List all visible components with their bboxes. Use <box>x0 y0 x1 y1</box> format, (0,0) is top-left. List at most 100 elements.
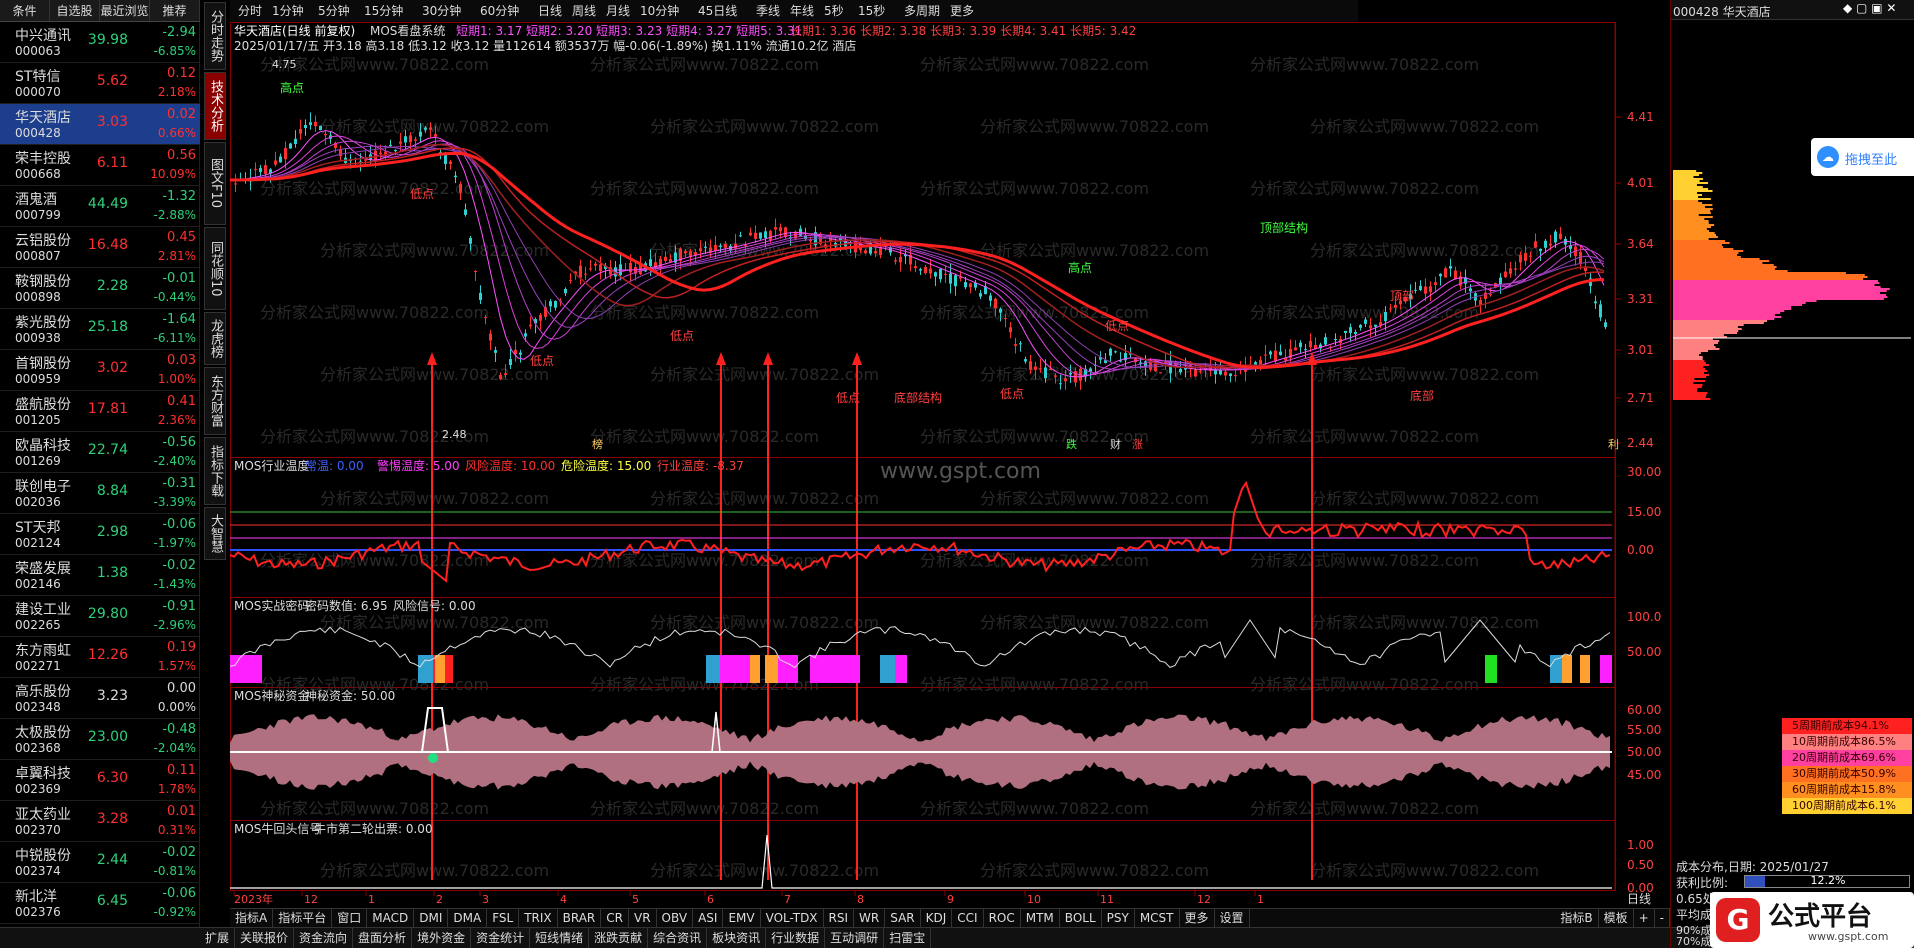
indicator-tab-17[interactable]: SAR <box>885 909 921 927</box>
period-tab-8[interactable]: 月线 <box>606 4 630 18</box>
period-tab-16[interactable]: 更多 <box>950 4 974 18</box>
bottom-tab-8[interactable]: 综合资讯 <box>648 928 708 948</box>
bottom-tab-12[interactable]: 扫雷宝 <box>884 928 932 948</box>
indicator-tab-24[interactable]: MCST <box>1135 909 1180 927</box>
indicator-right-1[interactable]: 模板 <box>1599 909 1634 927</box>
bottom-tab-4[interactable]: 境外资金 <box>412 928 472 948</box>
period-tab-13[interactable]: 5秒 <box>824 4 844 18</box>
vtab-6[interactable]: 指标下载 <box>204 437 226 505</box>
stock-row[interactable]: 中兴通讯 000063 39.98 -2.94 -6.85% <box>0 22 200 63</box>
period-tab-15[interactable]: 多周期 <box>904 4 940 18</box>
bottom-tab-7[interactable]: 涨跌贡献 <box>589 928 649 948</box>
period-tab-1[interactable]: 1分钟 <box>272 3 304 18</box>
vtab-4[interactable]: 龙虎榜 <box>204 312 226 365</box>
indicator-right-0[interactable]: 指标B <box>1555 909 1599 927</box>
stock-row[interactable]: ST天邦 002124 2.98 -0.06 -1.97% <box>0 514 200 555</box>
stock-row[interactable]: 卓翼科技 002369 6.30 0.11 1.78% <box>0 760 200 801</box>
bottom-tab-6[interactable]: 短线情绪 <box>530 928 590 948</box>
indicator-tab-19[interactable]: CCI <box>952 909 984 927</box>
period-tab-5[interactable]: 60分钟 <box>480 3 519 18</box>
vtab-5[interactable]: 东方财富 <box>204 367 226 435</box>
stock-row[interactable]: 鞍钢股份 000898 2.28 -0.01 -0.44% <box>0 268 200 309</box>
indicator-tab-20[interactable]: ROC <box>984 909 1021 927</box>
stock-row[interactable]: 太极股份 002368 23.00 -0.48 -2.04% <box>0 719 200 760</box>
stock-code: 002370 <box>15 823 61 837</box>
indicator-tab-14[interactable]: VOL-TDX <box>761 909 824 927</box>
period-tab-7[interactable]: 周线 <box>572 4 596 18</box>
vtab-2[interactable]: 图文F10 <box>204 142 226 225</box>
period-tab-0[interactable]: 分时 <box>238 4 262 18</box>
indicator-tab-4[interactable]: DMI <box>414 909 449 927</box>
indicator-tab-8[interactable]: BRAR <box>558 909 602 927</box>
period-tab-14[interactable]: 15秒 <box>858 4 885 18</box>
stock-row[interactable]: 高乐股份 002348 3.23 0.00 0.00% <box>0 678 200 719</box>
indicator-tab-15[interactable]: RSI <box>824 909 855 927</box>
bottom-tab-9[interactable]: 板块资讯 <box>707 928 767 948</box>
stock-name: 荣盛发展 <box>15 561 71 577</box>
stock-row[interactable]: 云铝股份 000807 16.48 0.45 2.81% <box>0 227 200 268</box>
period-tab-9[interactable]: 10分钟 <box>640 3 679 18</box>
vtab-0[interactable]: 分时走势 <box>204 2 226 70</box>
indicator-tab-5[interactable]: DMA <box>448 909 488 927</box>
period-tab-3[interactable]: 15分钟 <box>364 3 403 18</box>
indicator-tab-23[interactable]: PSY <box>1102 909 1135 927</box>
stock-row[interactable]: 建设工业 002265 29.80 -0.91 -2.96% <box>0 596 200 637</box>
stock-change: -0.01 <box>162 271 196 286</box>
vtab-3[interactable]: 同花顺10 <box>204 227 226 310</box>
stock-row[interactable]: 东方雨虹 002271 12.26 0.19 1.57% <box>0 637 200 678</box>
vtab-1[interactable]: 技术分析 <box>204 72 226 140</box>
stock-row[interactable]: 荣丰控股 000668 6.11 0.56 10.09% <box>0 145 200 186</box>
indicator-right-2[interactable]: + <box>1634 909 1655 927</box>
indicator-tab-10[interactable]: VR <box>629 909 657 927</box>
indicator-tab-16[interactable]: WR <box>854 909 886 927</box>
kline-chart[interactable]: 分时 1分钟 5分钟 15分钟 30分钟 60分钟 日线 周线 月线 10分钟 45日线 季线 年线 5秒… <box>230 0 1670 910</box>
vtab-7[interactable]: 大智慧 <box>204 507 226 560</box>
period-tab-10[interactable]: 45日线 <box>698 4 737 18</box>
indicator-tab-12[interactable]: ASI <box>693 909 724 927</box>
tab-recommend[interactable]: 推荐 <box>150 0 200 21</box>
indicator-tab-3[interactable]: MACD <box>367 909 415 927</box>
indicator-tab-0[interactable]: 指标A <box>230 909 274 927</box>
bottom-tab-3[interactable]: 盘面分析 <box>353 928 413 948</box>
indicator-tab-1[interactable]: 指标平台 <box>273 909 333 927</box>
bottom-tab-0[interactable]: 扩展 <box>200 928 236 948</box>
indicator-tab-26[interactable]: 设置 <box>1215 909 1250 927</box>
stock-row[interactable]: 华天酒店 000428 3.03 0.02 0.66% <box>0 104 200 145</box>
tab-recent[interactable]: 最近浏览 <box>100 0 150 21</box>
window-icons[interactable]: ◆ ▢ ▣ ✕ <box>1843 1 1896 15</box>
indicator-tab-7[interactable]: TRIX <box>519 909 558 927</box>
indicator-tab-25[interactable]: 更多 <box>1180 909 1215 927</box>
indicator-tab-21[interactable]: MTM <box>1021 909 1060 927</box>
bottom-tab-5[interactable]: 资金统计 <box>471 928 531 948</box>
indicator-tab-18[interactable]: KDJ <box>921 909 953 927</box>
stock-row[interactable]: 首钢股份 000959 3.02 0.03 1.00% <box>0 350 200 391</box>
stock-row[interactable]: 亚太药业 002370 3.28 0.01 0.31% <box>0 801 200 842</box>
tab-watchlist[interactable]: 自选股 <box>50 0 100 21</box>
bottom-tab-10[interactable]: 行业数据 <box>766 928 826 948</box>
bottom-tab-11[interactable]: 互动调研 <box>825 928 885 948</box>
stock-row[interactable]: 新北洋 002376 6.45 -0.06 -0.92% <box>0 883 200 924</box>
period-tab-6[interactable]: 日线 <box>538 4 562 18</box>
stock-row[interactable]: ST特信 000070 5.62 0.12 2.18% <box>0 63 200 104</box>
stock-row[interactable]: 酒鬼酒 000799 44.49 -1.32 -2.88% <box>0 186 200 227</box>
tab-condition[interactable]: 条件 <box>0 0 50 21</box>
indicator-tab-11[interactable]: OBV <box>657 909 694 927</box>
indicator-tab-2[interactable]: 窗口 <box>332 909 368 927</box>
stock-row[interactable]: 中锐股份 002374 2.44 -0.02 -0.81% <box>0 842 200 883</box>
stock-row[interactable]: 欧晶科技 001269 22.74 -0.56 -2.40% <box>0 432 200 473</box>
indicator-tab-13[interactable]: EMV <box>723 909 761 927</box>
period-tab-2[interactable]: 5分钟 <box>318 3 350 18</box>
period-tab-11[interactable]: 季线 <box>756 4 780 18</box>
stock-row[interactable]: 联创电子 002036 8.84 -0.31 -3.39% <box>0 473 200 514</box>
period-tab-12[interactable]: 年线 <box>790 4 814 18</box>
indicator-tab-22[interactable]: BOLL <box>1060 909 1102 927</box>
indicator-tab-9[interactable]: CR <box>601 909 629 927</box>
bottom-tab-1[interactable]: 关联报价 <box>235 928 295 948</box>
period-tab-4[interactable]: 30分钟 <box>422 3 461 18</box>
indicator-right-3[interactable]: - <box>1655 909 1670 927</box>
bottom-tab-2[interactable]: 资金流向 <box>294 928 354 948</box>
stock-row[interactable]: 荣盛发展 002146 1.38 -0.02 -1.43% <box>0 555 200 596</box>
stock-row[interactable]: 盛航股份 001205 17.81 0.41 2.36% <box>0 391 200 432</box>
indicator-tab-6[interactable]: FSL <box>487 909 520 927</box>
stock-row[interactable]: 紫光股份 000938 25.18 -1.64 -6.11% <box>0 309 200 350</box>
